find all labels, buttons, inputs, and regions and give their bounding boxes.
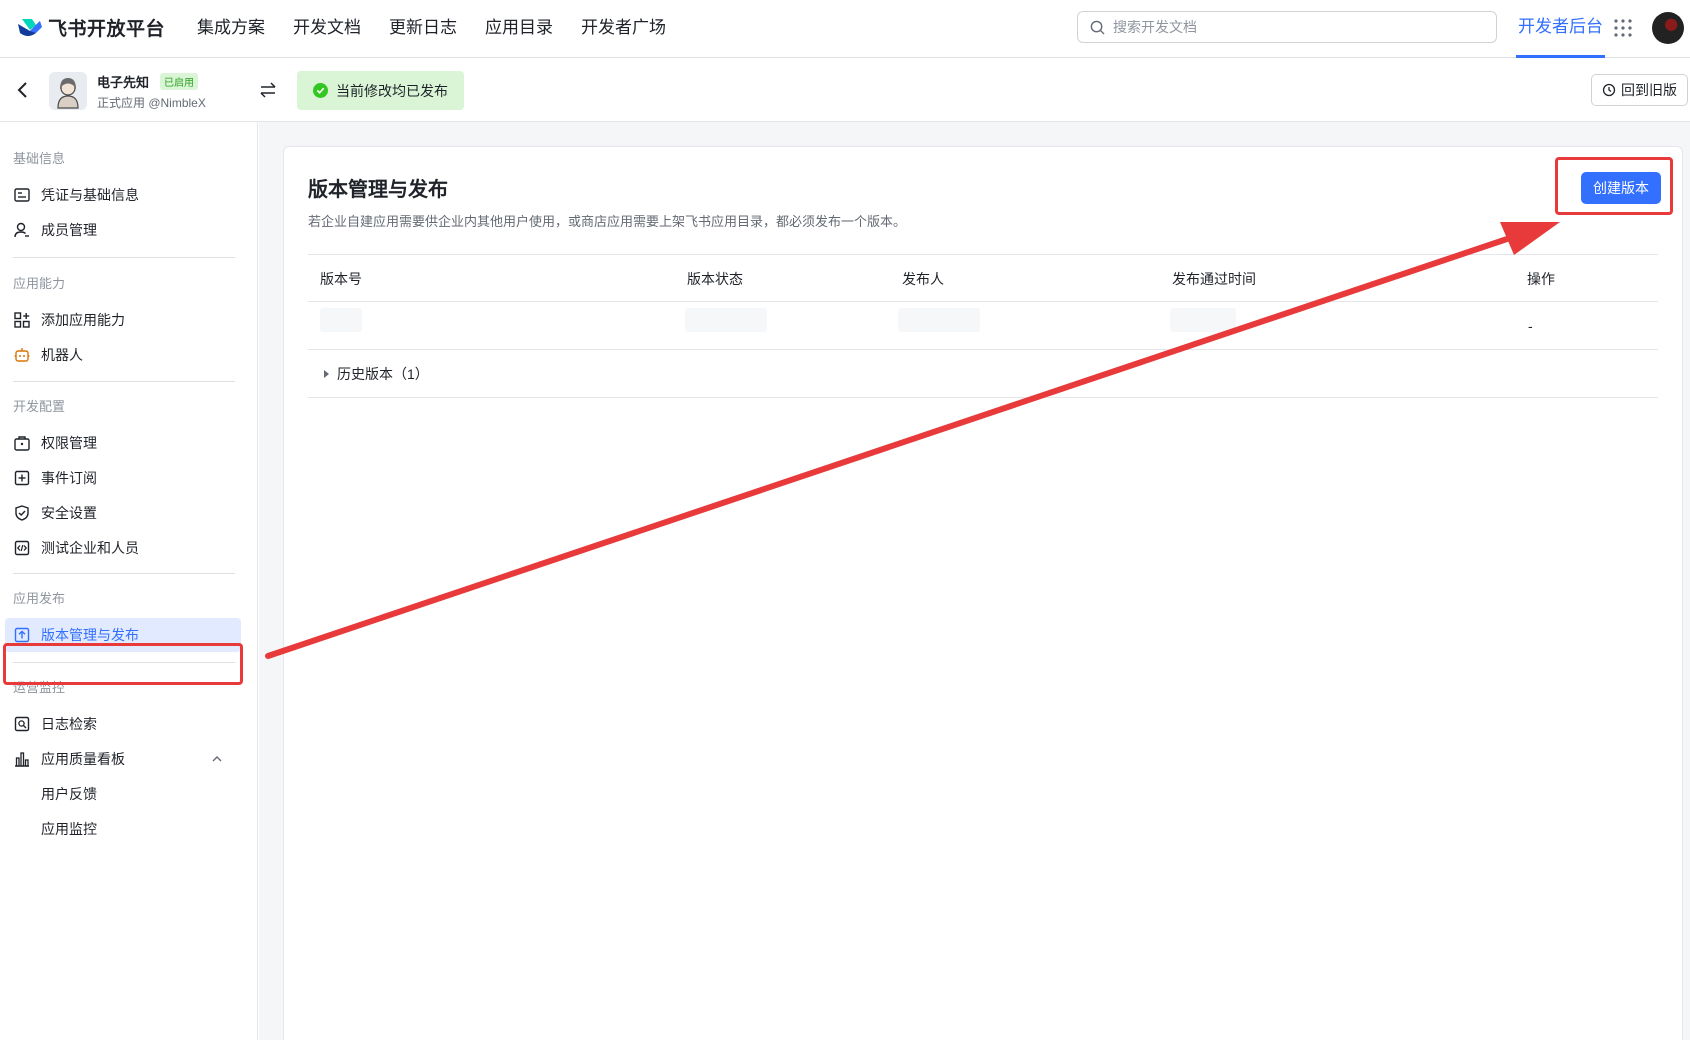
redacted-version [320,308,362,332]
nav-link-app-directory[interactable]: 应用目录 [485,0,553,56]
history-label: 历史版本（1） [337,365,429,382]
nav-link-docs[interactable]: 开发文档 [293,0,361,56]
upload-icon [13,626,31,644]
section-title-dev-config: 开发配置 [13,399,66,414]
search-input[interactable] [1113,19,1473,35]
sidebar-item-test-tenant[interactable]: 测试企业和人员 [13,531,235,565]
code-icon [13,539,31,557]
column-status: 版本状态 [687,271,743,287]
briefcase-icon [13,434,31,452]
search-icon [1090,20,1105,35]
shield-icon [13,504,31,522]
sidebar-item-bot[interactable]: 机器人 [13,338,235,372]
sidebar-item-label: 成员管理 [41,222,97,238]
app-status-badge: 已启用 [160,73,198,90]
app-avatar [49,72,87,110]
sidebar-divider [13,257,235,258]
sidebar-item-label: 安全设置 [41,505,97,521]
sidebar-item-add-capability[interactable]: 添加应用能力 [13,303,235,337]
feishu-logo-icon [18,18,42,36]
event-icon [13,469,31,487]
redacted-publisher [898,308,980,332]
apps-add-icon [13,311,31,329]
page-description: 若企业自建应用需要供企业内其他用户使用，或商店应用需要上架飞书应用目录，都必须发… [308,214,907,229]
section-title-capabilities: 应用能力 [13,276,66,291]
sidebar-item-label: 日志检索 [41,716,97,732]
sidebar-item-label: 机器人 [41,347,83,363]
id-card-icon [13,186,31,204]
section-title-basic: 基础信息 [13,151,66,166]
app-subtitle: 正式应用 @NimbleX [97,96,206,110]
nav-link-changelog[interactable]: 更新日志 [389,0,457,56]
switch-app-icon[interactable] [259,82,277,98]
nav-link-solutions[interactable]: 集成方案 [197,0,265,56]
sidebar-divider [13,573,235,574]
publish-status-text: 当前修改均已发布 [336,82,448,99]
redacted-status [685,308,767,332]
revert-label: 回到旧版 [1621,82,1677,98]
revert-old-version-button[interactable]: 回到旧版 [1591,74,1688,106]
sidebar-item-permissions[interactable]: 权限管理 [13,426,235,460]
log-search-icon [13,715,31,733]
sidebar-item-user-feedback[interactable]: 用户反馈 [13,777,235,811]
column-publisher: 发布人 [902,271,944,287]
history-icon [1602,83,1616,97]
sidebar-item-label: 凭证与基础信息 [41,187,139,203]
sidebar-item-members[interactable]: 成员管理 [13,213,235,247]
brand-name: 飞书开放平台 [48,19,166,40]
redacted-time [1170,308,1236,332]
sidebar-item-label: 权限管理 [41,435,97,451]
column-version: 版本号 [320,271,362,287]
publish-status: 当前修改均已发布 [297,71,464,110]
sidebar: 基础信息 凭证与基础信息 成员管理 应用能力 添加应用能力 机器人 开发配置 权… [0,122,258,1040]
app-name: 电子先知 [97,75,150,90]
history-versions-toggle[interactable]: 历史版本（1） [308,350,1658,398]
page-title: 版本管理与发布 [308,179,448,201]
top-navigation: 飞书开放平台 集成方案 开发文档 更新日志 应用目录 开发者广场 开发者后台 [0,0,1690,58]
caret-right-icon [324,369,329,378]
sidebar-item-label: 应用监控 [41,821,97,837]
user-avatar[interactable] [1652,12,1684,44]
sidebar-item-label: 事件订阅 [41,470,97,486]
nav-link-developer-plaza[interactable]: 开发者广场 [581,0,666,56]
annotation-highlight-create [1555,157,1673,215]
bar-chart-icon [13,750,31,768]
section-title-release: 应用发布 [13,591,66,606]
sidebar-item-log-search[interactable]: 日志检索 [13,707,235,741]
column-approved-time: 发布通过时间 [1172,271,1256,287]
version-table: 版本号 版本状态 发布人 发布通过时间 操作 - [308,254,1658,350]
chevron-up-icon[interactable] [211,755,223,763]
back-arrow-icon[interactable] [14,80,32,100]
table-row[interactable]: - [308,302,1658,350]
brand[interactable]: 飞书开放平台 [16,14,165,41]
robot-icon [13,346,31,364]
app-avatar-icon [49,72,87,110]
user-icon [13,221,31,239]
sidebar-item-label: 应用质量看板 [41,751,125,767]
sidebar-item-app-monitoring[interactable]: 应用监控 [13,812,235,846]
tab-developer-console[interactable]: 开发者后台 [1516,0,1605,58]
apps-grid-icon[interactable] [1613,18,1633,38]
check-circle-icon [313,83,328,98]
sidebar-item-events[interactable]: 事件订阅 [13,461,235,495]
nav-links: 集成方案 开发文档 更新日志 应用目录 开发者广场 [197,0,694,56]
app-header: 电子先知 已启用 正式应用 @NimbleX 当前修改均已发布 回到旧版 [0,58,1690,122]
sidebar-item-credentials[interactable]: 凭证与基础信息 [13,178,235,212]
sidebar-item-security[interactable]: 安全设置 [13,496,235,530]
column-actions: 操作 [1527,271,1555,287]
sidebar-item-label: 测试企业和人员 [41,540,139,556]
sidebar-item-label: 用户反馈 [41,786,97,802]
table-header: 版本号 版本状态 发布人 发布通过时间 操作 [308,254,1658,302]
search-box[interactable] [1077,11,1497,43]
sidebar-item-label: 版本管理与发布 [41,627,139,643]
annotation-highlight-sidebar [3,643,243,685]
row-action: - [1528,318,1533,334]
version-management-card: 版本管理与发布 若企业自建应用需要供企业内其他用户使用，或商店应用需要上架飞书应… [283,146,1683,1040]
sidebar-item-label: 添加应用能力 [41,312,125,328]
sidebar-item-quality-dashboard[interactable]: 应用质量看板 [13,742,235,776]
sidebar-divider [13,381,235,382]
